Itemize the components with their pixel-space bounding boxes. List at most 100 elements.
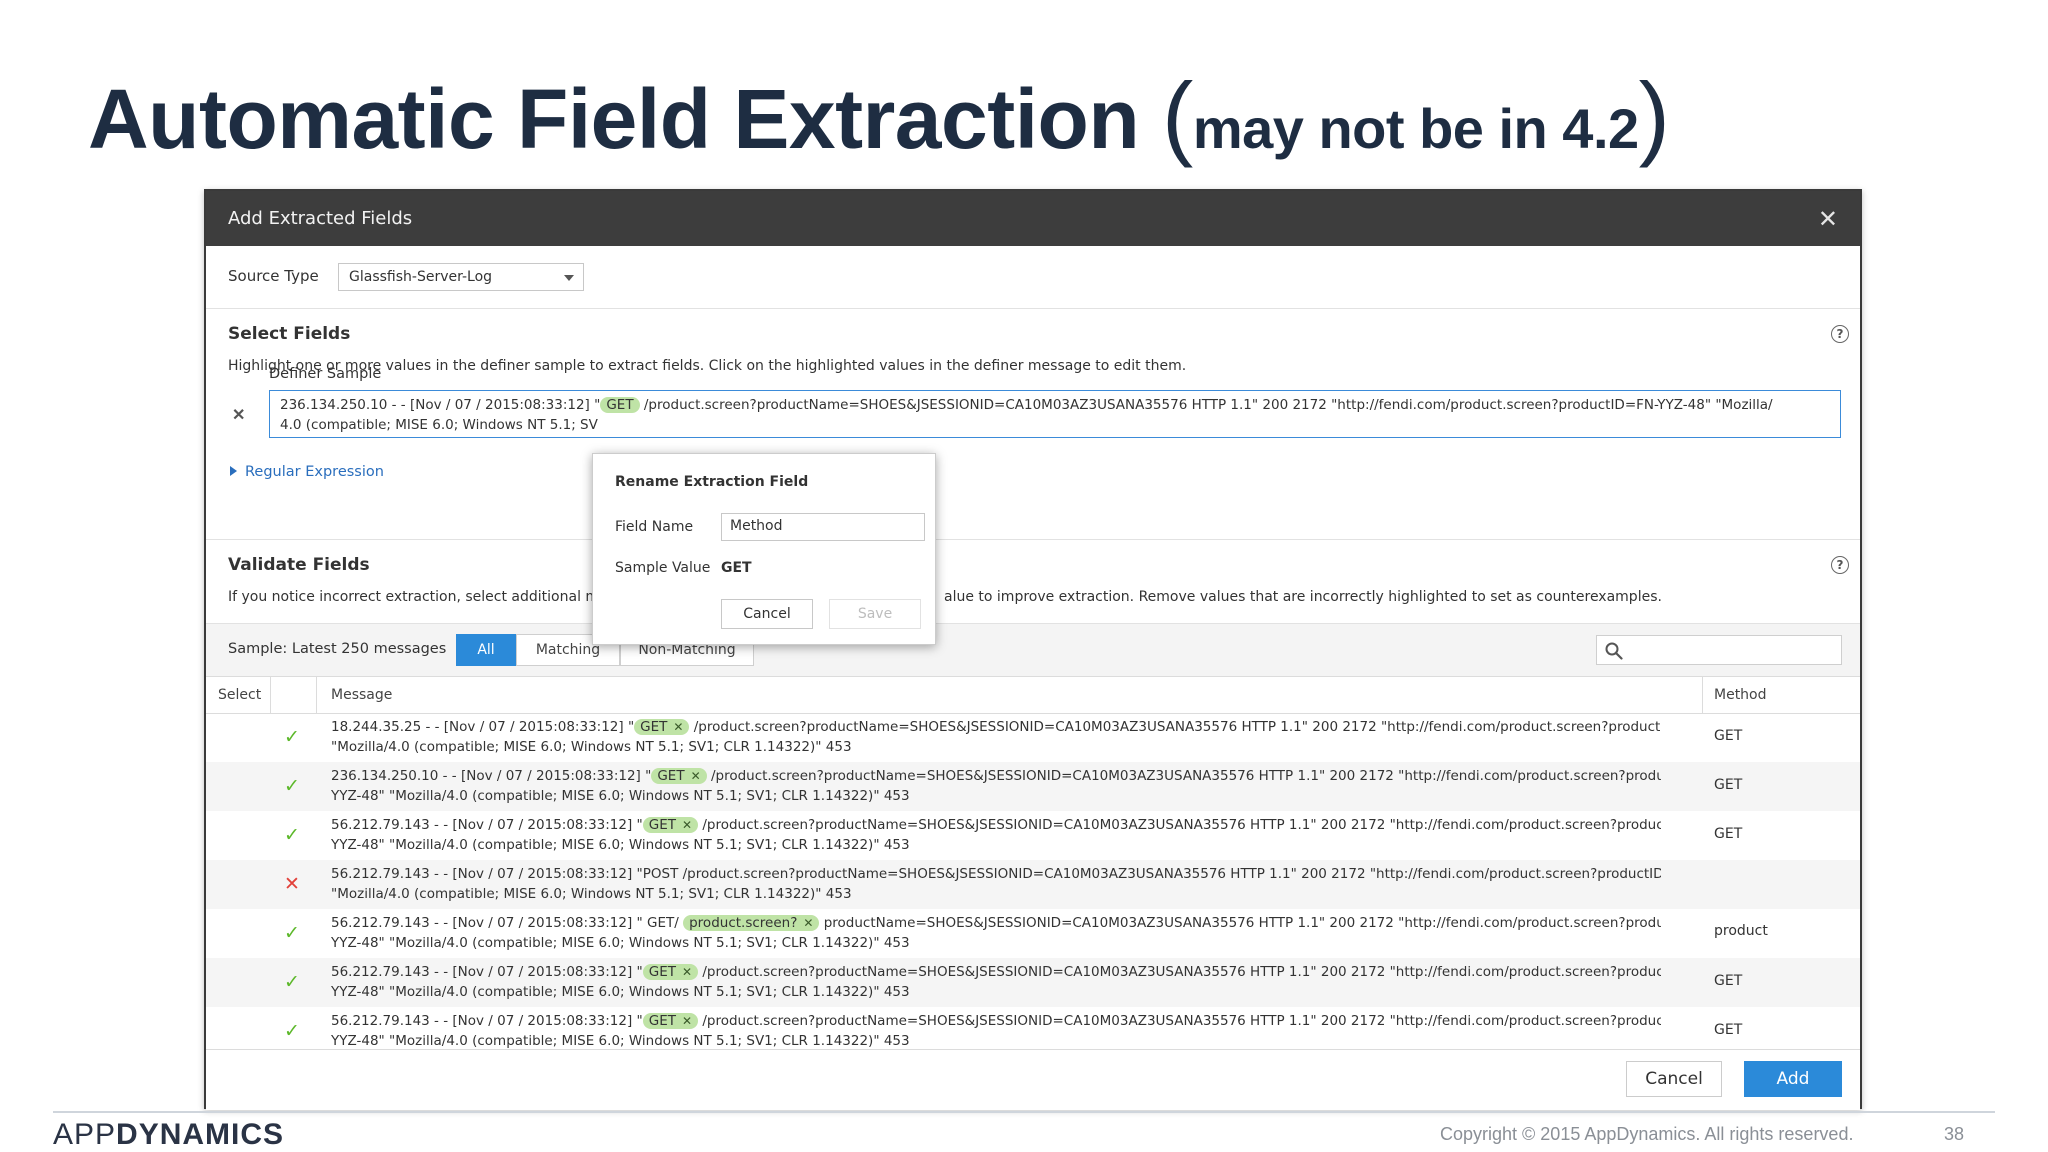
regex-label: Regular Expression: [245, 464, 384, 480]
popup-cancel-button[interactable]: Cancel: [721, 599, 813, 629]
msg-highlight[interactable]: GET ✕: [642, 817, 699, 833]
msg-highlight-text: GET: [648, 1013, 676, 1029]
help-icon[interactable]: ?: [1831, 325, 1849, 343]
msg-line2: YYZ-48" "Mozilla/4.0 (compatible; MISE 6…: [331, 1033, 910, 1048]
help-icon[interactable]: ?: [1831, 556, 1849, 574]
table-row[interactable]: ✓ 236.134.250.10 - - [Nov / 07 / 2015:08…: [206, 762, 1860, 811]
table-row[interactable]: ✓ 56.212.79.143 - - [Nov / 07 / 2015:08:…: [206, 909, 1860, 958]
msg-pre: 56.212.79.143 - - [Nov / 07 / 2015:08:33…: [331, 964, 643, 980]
table-row[interactable]: ✓ 56.212.79.143 - - [Nov / 07 / 2015:08:…: [206, 1007, 1860, 1048]
check-icon[interactable]: ✓: [284, 726, 300, 748]
msg-line2: YYZ-48" "Mozilla/4.0 (compatible; MISE 6…: [331, 837, 910, 853]
msg-pre: 56.212.79.143 - - [Nov / 07 / 2015:08:33…: [331, 817, 643, 833]
tab-all[interactable]: All: [456, 634, 516, 666]
check-icon[interactable]: ✓: [284, 1020, 300, 1042]
check-icon[interactable]: ✓: [284, 922, 300, 944]
table-row[interactable]: ✕ 56.212.79.143 - - [Nov / 07 / 2015:08:…: [206, 860, 1860, 909]
slide-title-sub: may not be in 4.2: [1192, 97, 1639, 160]
select-fields-section: Select Fields ? Highlight one or more va…: [206, 309, 1860, 540]
check-icon[interactable]: ✓: [284, 971, 300, 993]
clear-icon[interactable]: ✕: [232, 405, 245, 425]
dialog-footer: Cancel Add: [206, 1049, 1860, 1110]
remove-icon[interactable]: ✕: [682, 965, 692, 979]
msg-highlight[interactable]: GET ✕: [634, 719, 690, 735]
table-header: Select Message Method: [206, 676, 1860, 714]
col-divider: [270, 676, 271, 713]
row-method: GET: [1714, 973, 1743, 989]
row-method: GET: [1714, 1022, 1743, 1038]
msg-highlight-text: product.screen?: [689, 915, 798, 931]
check-icon[interactable]: ✓: [284, 824, 300, 846]
error-x-icon[interactable]: ✕: [284, 873, 300, 895]
add-extracted-fields-dialog: Add Extracted Fields ✕ Source Type Glass…: [204, 189, 1862, 1110]
msg-highlight[interactable]: product.screen? ✕: [683, 915, 820, 931]
appdynamics-logo: APPDYNAMICS: [53, 1118, 284, 1152]
row-method: GET: [1714, 728, 1743, 744]
msg-highlight[interactable]: GET ✕: [642, 964, 699, 980]
source-type-select[interactable]: Glassfish-Server-Log: [338, 263, 584, 291]
msg-post: /product.screen?productName=SHOES&JSESSI…: [698, 1013, 1661, 1029]
msg-post: /product.screen?productName=SHOES&JSESSI…: [706, 768, 1661, 784]
source-type-value: Glassfish-Server-Log: [349, 269, 493, 285]
sample-toolbar: Sample: Latest 250 messages All Matching…: [206, 623, 1860, 677]
msg-pre: 56.212.79.143 - - [Nov / 07 / 2015:08:33…: [331, 1013, 643, 1029]
search-input[interactable]: [1596, 635, 1842, 665]
definer-highlight[interactable]: GET: [600, 397, 640, 413]
col-message[interactable]: Message: [331, 676, 392, 713]
msg-post: productName=SHOES&JSESSIONID=CA10M03AZ3U…: [819, 915, 1661, 931]
popup-save-button[interactable]: Save: [829, 599, 921, 629]
col-divider: [316, 676, 317, 713]
source-type-label: Source Type: [228, 267, 319, 285]
field-name-input[interactable]: Method: [721, 513, 925, 541]
msg-highlight[interactable]: GET ✕: [642, 1013, 699, 1029]
page-number: 38: [1944, 1124, 1965, 1144]
row-method: product: [1714, 923, 1768, 939]
remove-icon[interactable]: ✕: [691, 769, 701, 783]
copyright-text: Copyright © 2015 AppDynamics. All rights…: [1440, 1124, 1854, 1144]
dialog-title: Add Extracted Fields: [228, 208, 413, 229]
table-row[interactable]: ✓ 56.212.79.143 - - [Nov / 07 / 2015:08:…: [206, 811, 1860, 860]
sample-value-label: Sample Value: [615, 560, 711, 576]
triangle-right-icon: [230, 466, 237, 476]
msg-highlight-text: GET: [648, 817, 676, 833]
regular-expression-toggle[interactable]: Regular Expression: [230, 464, 384, 480]
row-method: GET: [1714, 826, 1743, 842]
remove-icon[interactable]: ✕: [682, 818, 692, 832]
validate-desc-right: alue to improve extraction. Remove value…: [944, 589, 1662, 605]
msg-line2: "Mozilla/4.0 (compatible; MISE 6.0; Wind…: [331, 739, 852, 755]
table-row[interactable]: ✓ 18.244.35.25 - - [Nov / 07 / 2015:08:3…: [206, 713, 1860, 762]
check-icon[interactable]: ✓: [284, 775, 300, 797]
col-select[interactable]: Select: [218, 676, 261, 713]
table-row[interactable]: ✓ 56.212.79.143 - - [Nov / 07 / 2015:08:…: [206, 958, 1860, 1007]
slide-title-main: Automatic Field Extraction: [88, 72, 1140, 166]
col-divider: [1702, 676, 1703, 713]
msg-post: /product.screen?productName=SHOES&JSESSI…: [698, 964, 1661, 980]
select-fields-heading: Select Fields: [228, 324, 351, 344]
msg-highlight[interactable]: GET ✕: [651, 768, 707, 784]
chevron-down-icon: [564, 275, 574, 281]
definer-post: /product.screen?productName=SHOES&JSESSI…: [639, 397, 1773, 413]
sample-label: Sample: Latest 250 messages: [228, 641, 447, 657]
search-icon: [1605, 642, 1623, 660]
close-icon[interactable]: ✕: [1818, 205, 1838, 233]
sample-value: GET: [721, 560, 752, 576]
row-message: 56.212.79.143 - - [Nov / 07 / 2015:08:33…: [331, 1011, 1661, 1048]
remove-icon[interactable]: ✕: [673, 720, 683, 734]
msg-pre: 56.212.79.143 - - [Nov / 07 / 2015:08:33…: [331, 915, 684, 931]
msg-pre: 56.212.79.143 - - [Nov / 07 / 2015:08:33…: [331, 866, 1661, 882]
msg-highlight-text: GET: [640, 719, 668, 735]
col-method[interactable]: Method: [1714, 676, 1767, 713]
row-method: GET: [1714, 777, 1743, 793]
msg-pre: 236.134.250.10 - - [Nov / 07 / 2015:08:3…: [331, 768, 652, 784]
remove-icon[interactable]: ✕: [682, 1014, 692, 1028]
cancel-button[interactable]: Cancel: [1626, 1061, 1722, 1097]
source-type-section: Source Type Glassfish-Server-Log: [206, 246, 1860, 309]
definer-sample-input[interactable]: 236.134.250.10 - - [Nov / 07 / 2015:08:3…: [269, 390, 1841, 438]
remove-icon[interactable]: ✕: [803, 916, 813, 930]
msg-line2: "Mozilla/4.0 (compatible; MISE 6.0; Wind…: [331, 886, 852, 902]
dialog-header: Add Extracted Fields ✕: [206, 191, 1860, 246]
validate-fields-section: Validate Fields ? If you notice incorrec…: [206, 540, 1860, 622]
msg-line2: YYZ-48" "Mozilla/4.0 (compatible; MISE 6…: [331, 935, 910, 951]
add-button[interactable]: Add: [1744, 1061, 1842, 1097]
msg-post: /product.screen?productName=SHOES&JSESSI…: [689, 719, 1661, 735]
